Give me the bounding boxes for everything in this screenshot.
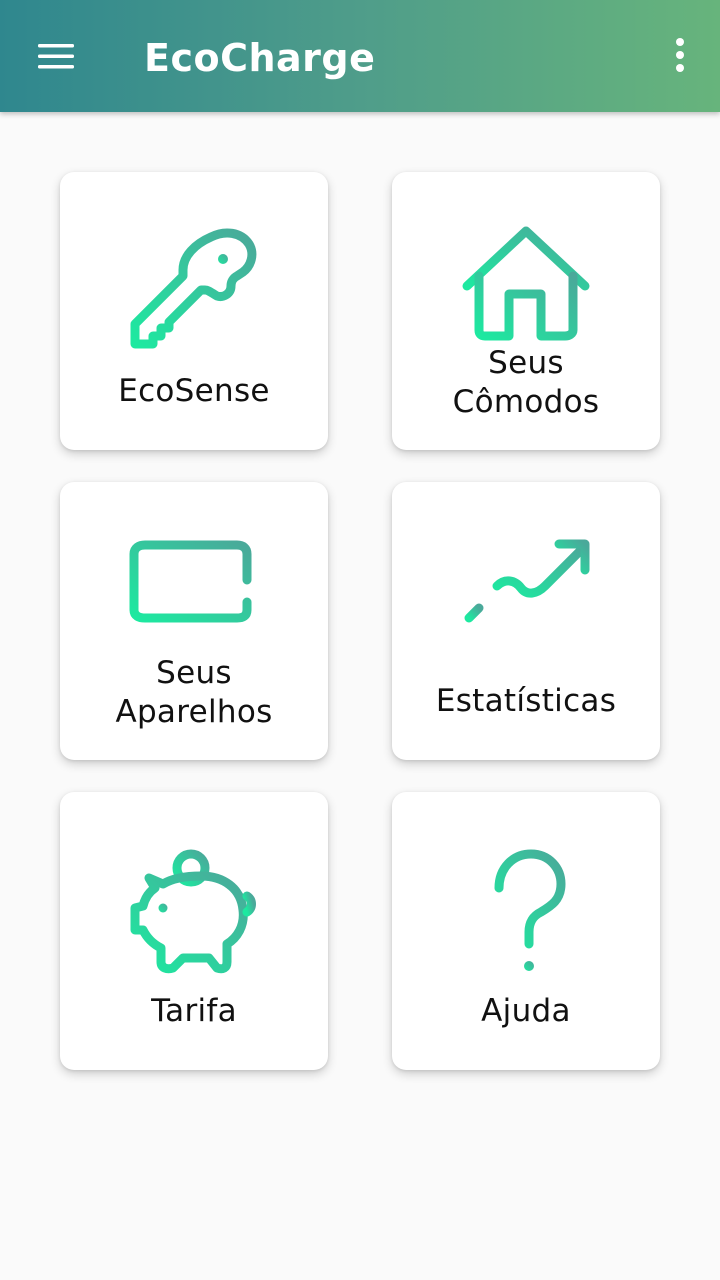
key-icon — [130, 228, 257, 349]
menu-card-tariff[interactable]: Tarifa — [60, 792, 328, 1070]
app-bar: EcoCharge — [0, 0, 720, 112]
menu-card-label: Estatísticas — [435, 683, 617, 719]
menu-card-statistics[interactable]: Estatísticas — [392, 482, 660, 760]
more-vertical-icon — [676, 38, 684, 72]
menu-card-help[interactable]: Ajuda — [392, 792, 660, 1070]
question-mark-icon — [494, 849, 566, 971]
menu-button[interactable] — [24, 28, 88, 84]
menu-card-label: Seus Aparelhos — [115, 655, 273, 730]
app-title: EcoCharge — [144, 36, 376, 80]
menu-card-label: Tarifa — [151, 993, 237, 1029]
menu-card-label: Ajuda — [481, 993, 571, 1029]
overflow-menu-button[interactable] — [658, 28, 702, 84]
menu-card-ecosense[interactable]: EcoSense — [60, 172, 328, 450]
menu-card-label: EcoSense — [118, 373, 270, 409]
growth-chart-icon — [464, 539, 590, 661]
menu-card-rooms[interactable]: Seus Cômodos — [392, 172, 660, 450]
hamburger-menu-icon — [38, 44, 74, 69]
menu-card-label: Seus Cômodos — [452, 345, 600, 420]
menu-card-devices[interactable]: Seus Aparelhos — [60, 482, 328, 760]
monitor-icon — [129, 540, 252, 647]
piggy-bank-icon — [130, 849, 256, 974]
house-icon — [462, 226, 590, 341]
